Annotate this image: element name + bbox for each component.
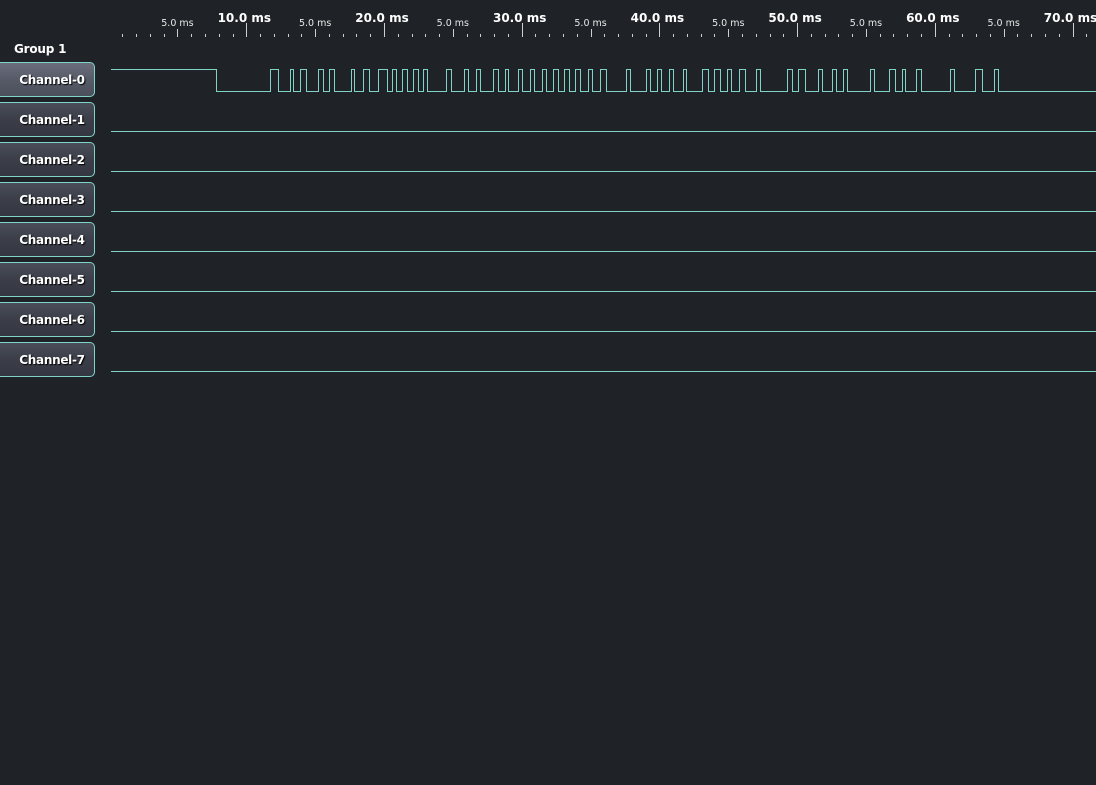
ruler-major-label: 10.0 ms bbox=[218, 11, 271, 25]
time-ruler[interactable]: 10.0 ms 20.0 ms 30.0 ms 40.0 ms 50.0 ms 60.0 … bbox=[0, 0, 1096, 42]
channel-button-7[interactable]: Channel-7 bbox=[0, 342, 95, 377]
ruler-labels: 10.0 ms 20.0 ms 30.0 ms 40.0 ms 50.0 ms 60.0 … bbox=[161, 11, 1096, 29]
ruler-major-label: 50.0 ms bbox=[768, 11, 821, 25]
waveform-area bbox=[111, 69, 1096, 372]
channel-button-1[interactable]: Channel-1 bbox=[0, 102, 95, 137]
ruler-minor-label: 5.0 ms bbox=[987, 18, 1019, 29]
ruler-major-label: 70.0 ms bbox=[1044, 11, 1096, 25]
channel-button-2[interactable]: Channel-2 bbox=[0, 142, 95, 177]
logic-analyzer-view: 10.0 ms 20.0 ms 30.0 ms 40.0 ms 50.0 ms 60.0 … bbox=[0, 0, 1096, 785]
channel-label: Channel-4 bbox=[19, 232, 85, 247]
channel-label: Channel-7 bbox=[19, 352, 85, 367]
channel-label: Channel-0 bbox=[19, 72, 85, 87]
channel-label: Channel-5 bbox=[19, 272, 85, 287]
channel-button-0[interactable]: Channel-0 bbox=[0, 62, 95, 97]
ruler-major-label: 20.0 ms bbox=[355, 11, 408, 25]
ruler-minor-label: 5.0 ms bbox=[299, 18, 331, 29]
channel-label: Channel-2 bbox=[19, 152, 85, 167]
channel-label: Channel-1 bbox=[19, 112, 85, 127]
ruler-minor-label: 5.0 ms bbox=[161, 18, 193, 29]
channel-list: Channel-0 Channel-1 Channel-2 Channel-3 … bbox=[0, 62, 97, 382]
channel-button-5[interactable]: Channel-5 bbox=[0, 262, 95, 297]
group-label: Group 1 bbox=[14, 42, 67, 56]
channel-button-4[interactable]: Channel-4 bbox=[0, 222, 95, 257]
waveform-channel-0 bbox=[111, 69, 1096, 92]
ruler-major-label: 30.0 ms bbox=[493, 11, 546, 25]
ruler-minor-label: 5.0 ms bbox=[574, 18, 606, 29]
channel-button-6[interactable]: Channel-6 bbox=[0, 302, 95, 337]
channel-label: Channel-6 bbox=[19, 312, 85, 327]
ruler-minor-label: 5.0 ms bbox=[712, 18, 744, 29]
ruler-minor-label: 5.0 ms bbox=[850, 18, 882, 29]
ruler-major-label: 60.0 ms bbox=[906, 11, 959, 25]
ruler-major-label: 40.0 ms bbox=[631, 11, 684, 25]
ruler-minor-label: 5.0 ms bbox=[437, 18, 469, 29]
channel-label: Channel-3 bbox=[19, 192, 85, 207]
channel-button-3[interactable]: Channel-3 bbox=[0, 182, 95, 217]
